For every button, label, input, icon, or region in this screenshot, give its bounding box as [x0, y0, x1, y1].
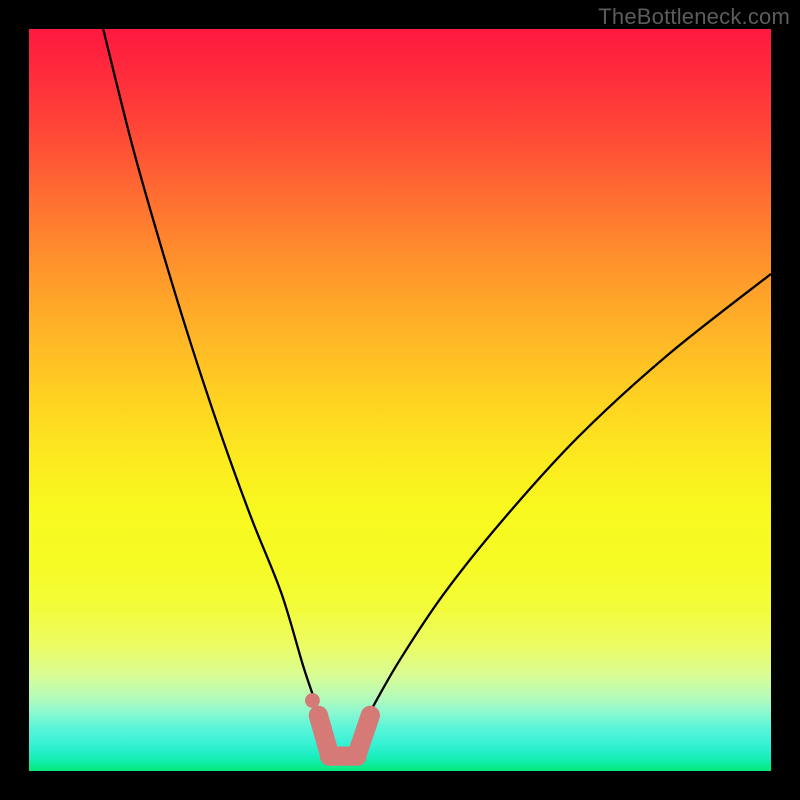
bottleneck-curve	[103, 29, 771, 764]
trough-marker-group	[305, 693, 370, 756]
watermark-text: TheBottleneck.com	[598, 4, 790, 30]
curve-layer	[29, 29, 771, 771]
plot-area	[29, 29, 771, 771]
bottleneck-curve-path	[103, 29, 771, 764]
chart-frame: TheBottleneck.com	[0, 0, 800, 800]
trough-segment	[357, 715, 370, 754]
trough-dot	[305, 693, 320, 708]
